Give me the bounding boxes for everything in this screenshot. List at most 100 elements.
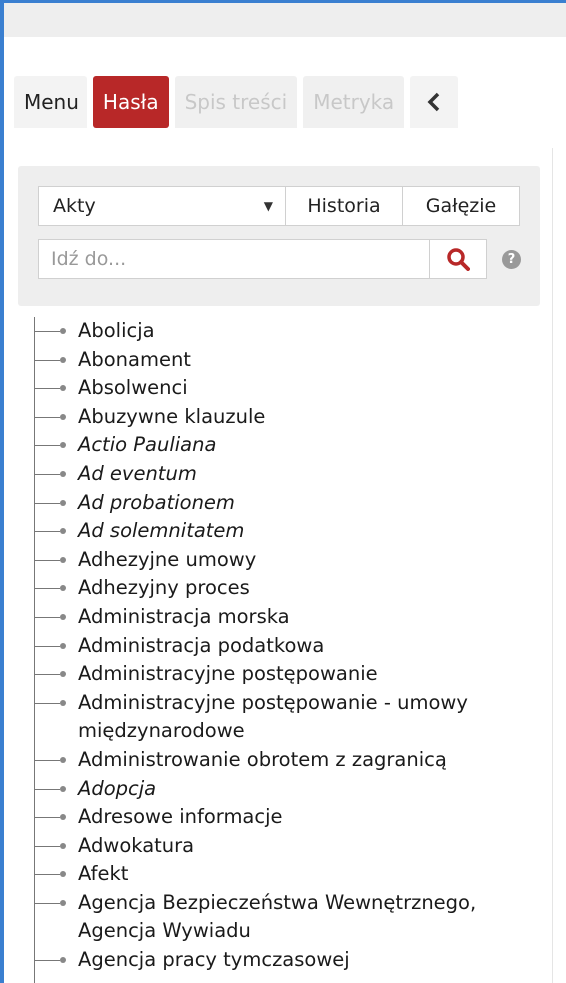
- tree-item[interactable]: Adopcja: [4, 775, 566, 804]
- tree-item[interactable]: Abolicja: [4, 317, 566, 346]
- tree-item[interactable]: Administracja podatkowa: [4, 632, 566, 661]
- tree-item[interactable]: Agencja Bezpieczeństwa Wewnętrznego, Agen…: [4, 889, 566, 946]
- tree-node-dot: [60, 785, 66, 792]
- tree-item-label[interactable]: Abuzywne klauzule: [78, 405, 265, 428]
- tree-item-label[interactable]: Agencja Bezpieczeństwa Wewnętrznego, Agen…: [78, 891, 476, 943]
- tab-bar: Menu Hasła Spis treści Metryka: [14, 76, 459, 128]
- act-type-select[interactable]: Akty ▼: [38, 186, 286, 226]
- tree-item-label[interactable]: Adwokatura: [78, 834, 194, 857]
- tree-item-label[interactable]: Afekt: [78, 862, 128, 885]
- tree-item[interactable]: Adhezyjne umowy: [4, 546, 566, 575]
- tree-item[interactable]: Actio Pauliana: [4, 431, 566, 460]
- tree-node-dot: [60, 899, 66, 906]
- tree-node-dot: [60, 671, 66, 678]
- tree-item[interactable]: Absolwenci: [4, 374, 566, 403]
- tree-item[interactable]: Adwokatura: [4, 832, 566, 861]
- tree-item-label[interactable]: Administracja podatkowa: [78, 634, 324, 657]
- tree-node-dot: [60, 871, 66, 878]
- tree-connector: [34, 331, 60, 332]
- tree-connector: [34, 445, 60, 447]
- tree-item[interactable]: Afekt: [4, 860, 566, 889]
- top-bar: [4, 3, 566, 37]
- tree-node-dot: [60, 699, 66, 706]
- tree-connector: [34, 588, 60, 590]
- tree-connector: [34, 502, 60, 504]
- tree-connector: [34, 473, 60, 475]
- tree-item[interactable]: Administrowanie obrotem z zagranicą: [4, 746, 566, 775]
- tree-item-label[interactable]: Administracja morska: [78, 605, 290, 628]
- tree-item-label[interactable]: Abonament: [78, 348, 191, 371]
- tab-metryka[interactable]: Metryka: [303, 76, 405, 128]
- tree-item-label[interactable]: Ad solemnitatem: [78, 519, 244, 542]
- entry-tree: Abolicja Abonament Absolwenci Abuzywne klau…: [4, 317, 566, 975]
- tree-connector: [34, 616, 60, 618]
- tree-connector: [34, 674, 60, 676]
- branches-button[interactable]: Gałęzie: [402, 186, 520, 226]
- tree-item[interactable]: Agencja pracy tymczasowej: [4, 946, 566, 975]
- tree-node-dot: [60, 613, 66, 620]
- tab-menu[interactable]: Menu: [14, 76, 87, 128]
- goto-input[interactable]: Idź do...: [38, 239, 430, 279]
- tree-item[interactable]: Abuzywne klauzule: [4, 403, 566, 432]
- tree-connector: [34, 388, 60, 390]
- tree-item[interactable]: Ad solemnitatem: [4, 517, 566, 546]
- tree-item[interactable]: Ad probationem: [4, 489, 566, 518]
- tree-connector: [34, 788, 60, 790]
- tree-item-label[interactable]: Abolicja: [78, 319, 155, 342]
- tree-node-dot: [60, 842, 66, 849]
- tree-node-dot: [60, 642, 66, 649]
- tree-node-dot: [60, 528, 66, 535]
- tree-node-dot: [60, 756, 66, 763]
- tab-spis-tresci[interactable]: Spis treści: [174, 76, 298, 128]
- window-frame: Menu Hasła Spis treści Metryka Akty ▼ Hi…: [0, 0, 566, 983]
- tree-item[interactable]: Administracyjne postępowanie - umowy międ…: [4, 689, 566, 746]
- tree-node-dot: [60, 814, 66, 821]
- tree-node-dot: [60, 499, 66, 506]
- tree-item[interactable]: Adhezyjny proces: [4, 574, 566, 603]
- tree-item-label[interactable]: Actio Pauliana: [78, 433, 216, 456]
- tree-node-dot: [60, 585, 66, 592]
- filter-panel: Akty ▼ Historia Gałęzie Idź do... ?: [18, 166, 540, 306]
- tree-item-label[interactable]: Adhezyjne umowy: [78, 548, 256, 571]
- tree-connector: [34, 759, 60, 761]
- tree-item[interactable]: Administracyjne postępowanie: [4, 660, 566, 689]
- tree-connector: [34, 874, 60, 876]
- chevron-left-icon: [427, 92, 440, 112]
- tree-connector: [34, 902, 60, 904]
- search-button[interactable]: [429, 239, 487, 279]
- act-type-select-value: Akty: [53, 195, 96, 217]
- tree-item-label[interactable]: Agencja pracy tymczasowej: [78, 948, 350, 971]
- tree-item-label[interactable]: Administracyjne postępowanie - umowy międ…: [78, 691, 468, 743]
- collapse-button[interactable]: [410, 76, 459, 128]
- tab-hasla[interactable]: Hasła: [92, 76, 169, 128]
- tree-connector: [34, 845, 60, 847]
- history-button[interactable]: Historia: [285, 186, 403, 226]
- tree-item-label[interactable]: Adresowe informacje: [78, 805, 283, 828]
- tree-node-dot: [60, 442, 66, 449]
- tree-node-dot: [60, 413, 66, 420]
- tree-item-label[interactable]: Ad eventum: [78, 462, 197, 485]
- tree-node-dot: [60, 328, 66, 334]
- tree-item[interactable]: Ad eventum: [4, 460, 566, 489]
- tree-connector: [34, 359, 60, 361]
- help-icon[interactable]: ?: [502, 250, 521, 269]
- tree-connector: [34, 531, 60, 533]
- search-icon: [447, 248, 470, 271]
- tree-node-dot: [60, 385, 66, 392]
- tree-connector: [34, 960, 60, 962]
- tree-item-label[interactable]: Administracyjne postępowanie: [78, 662, 378, 685]
- tree-connector: [34, 702, 60, 704]
- caret-down-icon: ▼: [263, 199, 273, 213]
- tree-item-label[interactable]: Absolwenci: [78, 376, 188, 399]
- tree-node-dot: [60, 470, 66, 477]
- tree-connector: [34, 416, 60, 418]
- tree-item[interactable]: Adresowe informacje: [4, 803, 566, 832]
- tree-node-dot: [60, 356, 66, 363]
- tree-item-label[interactable]: Administrowanie obrotem z zagranicą: [78, 748, 447, 771]
- tree-item-label[interactable]: Adhezyjny proces: [78, 576, 250, 599]
- tree-item[interactable]: Abonament: [4, 346, 566, 375]
- tree-connector: [34, 817, 60, 819]
- tree-item-label[interactable]: Adopcja: [78, 777, 156, 800]
- tree-item[interactable]: Administracja morska: [4, 603, 566, 632]
- tree-item-label[interactable]: Ad probationem: [78, 491, 235, 514]
